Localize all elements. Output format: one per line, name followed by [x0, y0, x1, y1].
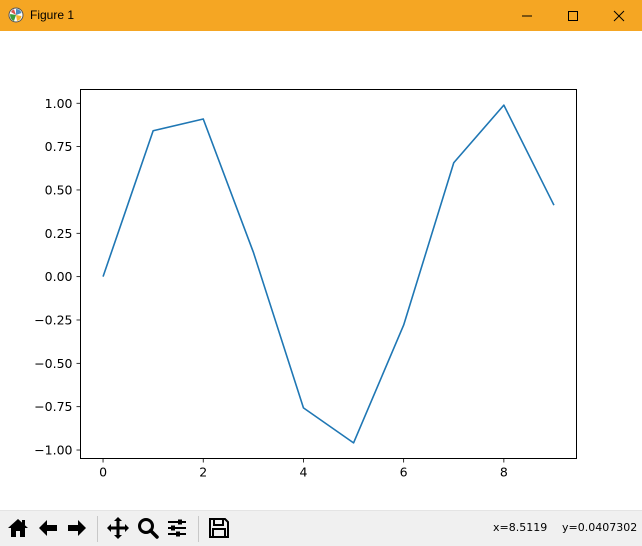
y-tick-label: −0.50: [34, 356, 72, 371]
plot-frame: [80, 89, 577, 459]
configure-subplots-button[interactable]: [163, 514, 191, 542]
data-series-line: [102, 104, 555, 444]
subplots-icon: [168, 519, 186, 537]
y-tick-label: 1.00: [45, 96, 73, 111]
toolbar-separator: [198, 516, 199, 542]
back-arrow-icon: [39, 520, 57, 536]
y-tick-label: 0.50: [45, 182, 73, 197]
zoom-button[interactable]: [134, 514, 162, 542]
forward-button[interactable]: [63, 514, 91, 542]
close-button[interactable]: [596, 0, 642, 31]
pan-button[interactable]: [104, 514, 132, 542]
pan-icon: [107, 517, 129, 539]
y-tick-label: −0.75: [34, 399, 72, 414]
save-button[interactable]: [205, 514, 233, 542]
window-titlebar[interactable]: Figure 1: [0, 0, 642, 31]
toolbar-separator: [97, 516, 98, 542]
y-tick-label: 0.00: [45, 269, 73, 284]
line-chart: 0 2 4 6 8 1.00 0.75 0.50 0.25 0.00 −0.25 −0.50 −0.7…: [34, 89, 577, 480]
home-icon: [8, 519, 28, 537]
forward-arrow-icon: [68, 520, 86, 536]
home-button[interactable]: [4, 514, 32, 542]
x-tick-label: 8: [500, 465, 508, 480]
y-tick-label: −0.25: [34, 312, 72, 327]
y-tick-label: 0.25: [45, 226, 73, 241]
y-tick-label: −1.00: [34, 443, 72, 458]
back-button[interactable]: [34, 514, 62, 542]
y-tick-label: 0.75: [45, 139, 73, 154]
matplotlib-logo-icon: [8, 7, 24, 23]
x-tick-label: 6: [400, 465, 408, 480]
save-icon: [209, 518, 229, 538]
zoom-icon: [138, 518, 159, 539]
close-icon: [613, 10, 625, 22]
maximize-button[interactable]: [550, 0, 596, 31]
minimize-icon: [522, 15, 532, 17]
figure-canvas[interactable]: 0 2 4 6 8 1.00 0.75 0.50 0.25 0.00 −0.25 −0.50 −0.7…: [0, 31, 642, 510]
minimize-button[interactable]: [504, 0, 550, 31]
x-tick-label: 4: [299, 465, 307, 480]
window-title: Figure 1: [30, 8, 75, 22]
x-tick-label: 0: [99, 465, 107, 480]
cursor-y-readout: y=0.0407302: [562, 521, 638, 534]
cursor-x-readout: x=8.5119: [493, 521, 548, 534]
x-tick-label: 2: [199, 465, 207, 480]
maximize-icon: [568, 11, 578, 21]
